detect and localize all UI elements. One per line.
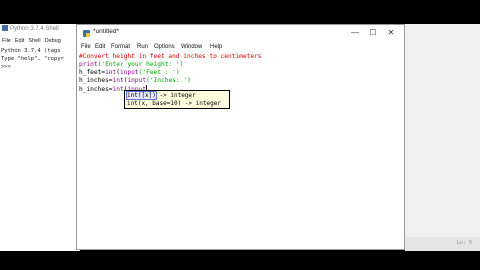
calltip-text: -> integer — [155, 92, 196, 99]
code-line-3: h_feet=int(input('Feet : ') — [79, 69, 180, 77]
calltip-line-2: int(x, base=10) -> integer — [127, 100, 221, 107]
background-area — [405, 24, 480, 251]
shell-menu-debug[interactable]: Debug — [45, 38, 61, 44]
python-icon — [2, 25, 8, 31]
editor-menubar: File Edit Format Run Options Window Help — [77, 42, 404, 52]
shell-menu-edit[interactable]: Edit — [15, 38, 24, 44]
menu-edit[interactable]: Edit — [95, 42, 105, 52]
calltip-line-1: int([x]) -> integer — [126, 91, 229, 100]
code-editor[interactable]: #Convert height in feet and inches to ce… — [77, 52, 404, 249]
menu-file[interactable]: File — [81, 42, 91, 52]
code-keyword: input — [127, 77, 147, 84]
shell-output-line: Python 3.7.4 (tags — [1, 48, 61, 54]
status-bar: Ln: 5 — [405, 237, 480, 251]
status-line: Ln: 5 — [456, 240, 472, 246]
idle-file-icon — [83, 30, 90, 37]
python-shell-window[interactable]: Python 3.7.4 Shell File Edit Shell Debug Py… — [0, 24, 80, 251]
editor-window[interactable]: *untitled* — ☐ ✕ File Edit Format Run Op… — [76, 24, 405, 250]
menu-options[interactable]: Options — [154, 42, 175, 52]
maximize-button[interactable]: ☐ — [364, 27, 382, 39]
menu-window[interactable]: Window — [181, 42, 202, 52]
close-button[interactable]: ✕ — [382, 27, 400, 39]
shell-titlebar: Python 3.7.4 Shell — [0, 24, 80, 35]
calltip-tooltip: int([x]) -> integer int(x, base=10) -> i… — [124, 90, 230, 109]
code-line-1: #Convert height in feet and inches to ce… — [79, 53, 262, 60]
code-text: h_feet= — [79, 69, 106, 76]
shell-output-line: Type "help", "copyr — [1, 56, 64, 62]
window-title: *untitled* — [93, 28, 120, 35]
shell-prompt: >>> — [1, 64, 11, 70]
code-keyword: int — [112, 77, 124, 84]
shell-title: Python 3.7.4 Shell — [10, 26, 59, 32]
calltip-highlight: int([x]) — [126, 91, 157, 100]
code-keyword: input — [120, 69, 139, 76]
code-text: h_inches= — [79, 86, 113, 93]
minimize-button[interactable]: — — [346, 27, 364, 39]
shell-menu-shell[interactable]: Shell — [28, 38, 40, 44]
code-keyword: int — [112, 86, 124, 93]
code-string: ('Inches: ') — [146, 77, 191, 84]
shell-menubar: File Edit Shell Debug — [0, 36, 80, 46]
code-line-2: print('Enter your height: ') — [79, 61, 183, 69]
code-keyword: int — [105, 69, 117, 76]
code-string: ('Feet : ') — [138, 69, 180, 76]
menu-run[interactable]: Run — [137, 42, 148, 52]
code-keyword: print — [79, 61, 98, 68]
code-text: h_inches= — [79, 77, 113, 84]
menu-format[interactable]: Format — [111, 42, 130, 52]
shell-menu-file[interactable]: File — [2, 38, 11, 44]
code-line-4: h_inches=int(input('Inches: ') — [79, 77, 191, 85]
code-string: ('Enter your height: ') — [97, 61, 184, 68]
menu-help[interactable]: Help — [210, 42, 222, 52]
editor-titlebar[interactable]: *untitled* — ☐ ✕ — [77, 25, 404, 42]
